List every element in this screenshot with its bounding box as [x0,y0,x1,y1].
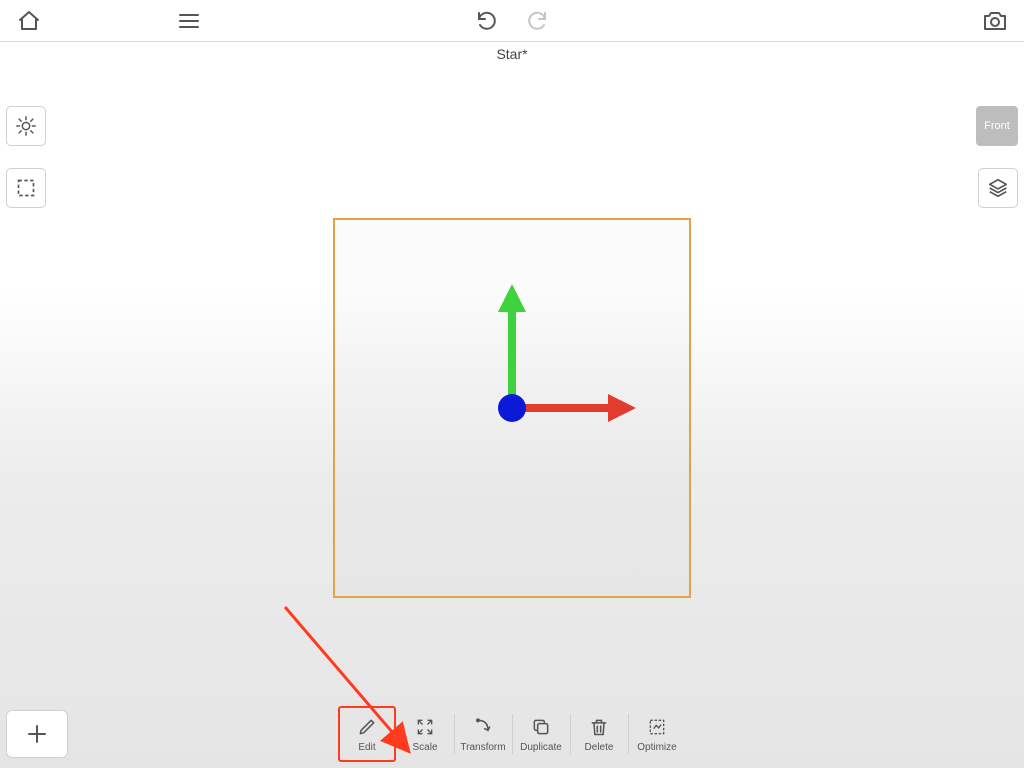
sun-icon [15,115,37,137]
context-duplicate-button[interactable]: Duplicate [512,706,570,762]
context-duplicate-label: Duplicate [520,742,562,753]
gizmo-axis-y[interactable] [508,308,516,408]
hamburger-icon [177,9,201,33]
undo-button[interactable] [472,6,502,36]
scale-icon [415,717,435,737]
redo-icon [525,9,549,33]
duplicate-icon [531,717,551,737]
trash-icon [589,717,609,737]
undo-icon [475,9,499,33]
optimize-icon [647,717,667,737]
context-toolbar: Edit Scale Transform Duplicate Delete Op… [338,706,686,762]
layers-icon [987,177,1009,199]
context-edit-label: Edit [358,742,375,753]
context-optimize-button[interactable]: Optimize [628,706,686,762]
gizmo-arrow-x-icon[interactable] [608,394,636,422]
context-transform-button[interactable]: Transform [454,706,512,762]
viewport[interactable]: Star* Front Edit [0,42,1024,768]
gizmo-axis-x[interactable] [512,404,612,412]
context-edit-button[interactable]: Edit [338,706,396,762]
home-button[interactable] [14,6,44,36]
plus-icon [25,722,49,746]
redo-button[interactable] [522,6,552,36]
context-optimize-label: Optimize [637,742,676,753]
view-orientation-label: Front [984,120,1010,132]
camera-button[interactable] [980,6,1010,36]
context-scale-label: Scale [412,742,437,753]
context-transform-label: Transform [460,742,505,753]
gizmo-origin[interactable] [498,394,526,422]
camera-icon [982,9,1008,33]
add-button[interactable] [6,710,68,758]
pencil-icon [357,717,377,737]
selection-icon [16,178,36,198]
context-delete-label: Delete [585,742,614,753]
top-toolbar [0,0,1024,42]
document-title: Star* [0,42,1024,64]
home-icon [17,9,41,33]
layers-button[interactable] [978,168,1018,208]
selection-frame-button[interactable] [6,168,46,208]
transform-icon [473,717,493,737]
gizmo-arrow-y-icon[interactable] [498,284,526,312]
lighting-button[interactable] [6,106,46,146]
context-scale-button[interactable]: Scale [396,706,454,762]
menu-button[interactable] [174,6,204,36]
view-orientation-button[interactable]: Front [976,106,1018,146]
context-delete-button[interactable]: Delete [570,706,628,762]
